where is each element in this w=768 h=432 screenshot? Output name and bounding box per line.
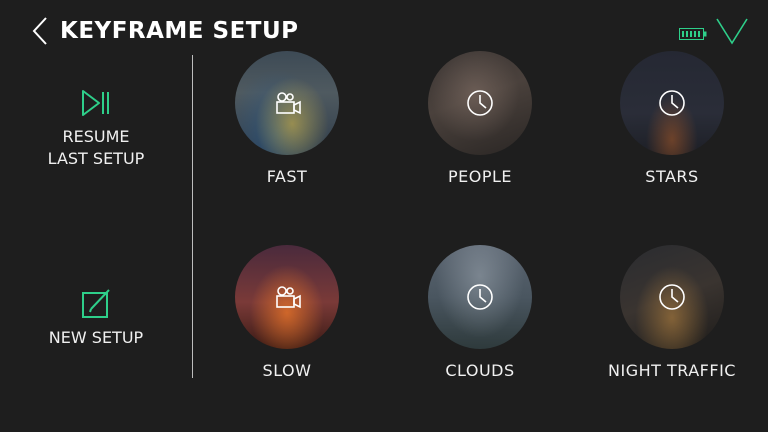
preset-label: STARS [645,167,699,186]
clock-icon [659,284,685,310]
preset-label: NIGHT TRAFFIC [608,361,736,380]
sidebar-divider [192,55,193,378]
preset-people[interactable]: PEOPLE [390,51,570,201]
confirm-button[interactable] [716,14,748,46]
video-camera-icon [276,286,301,309]
preset-fast[interactable]: FAST [197,51,377,201]
preset-thumbnail [428,51,532,155]
new-setup-button[interactable]: NEW SETUP [20,287,172,349]
edit-icon [82,289,110,318]
play-pause-icon [82,90,109,116]
preset-label: SLOW [262,361,312,380]
back-button[interactable] [28,14,52,48]
resume-last-setup-label: RESUME LAST SETUP [47,127,145,168]
new-setup-label: NEW SETUP [48,328,144,347]
clock-icon [467,284,493,310]
video-camera-icon [276,92,301,115]
preset-thumbnail [235,51,339,155]
clock-icon [659,90,685,116]
checkmark-icon [716,18,748,45]
battery-icon [679,28,707,40]
preset-thumbnail [428,245,532,349]
preset-clouds[interactable]: CLOUDS [390,245,570,395]
preset-thumbnail [620,245,724,349]
preset-thumbnail [235,245,339,349]
preset-slow[interactable]: SLOW [197,245,377,395]
battery-indicator [679,25,707,44]
preset-label: CLOUDS [445,361,515,380]
preset-label: FAST [266,167,308,186]
chevron-left-icon [32,17,47,45]
resume-last-setup-button[interactable]: RESUME LAST SETUP [20,86,172,170]
page-title: KEYFRAME SETUP [60,18,299,44]
preset-stars[interactable]: STARS [582,51,762,201]
preset-thumbnail [620,51,724,155]
preset-night-traffic[interactable]: NIGHT TRAFFIC [582,245,762,395]
preset-label: PEOPLE [447,167,513,186]
clock-icon [467,90,493,116]
